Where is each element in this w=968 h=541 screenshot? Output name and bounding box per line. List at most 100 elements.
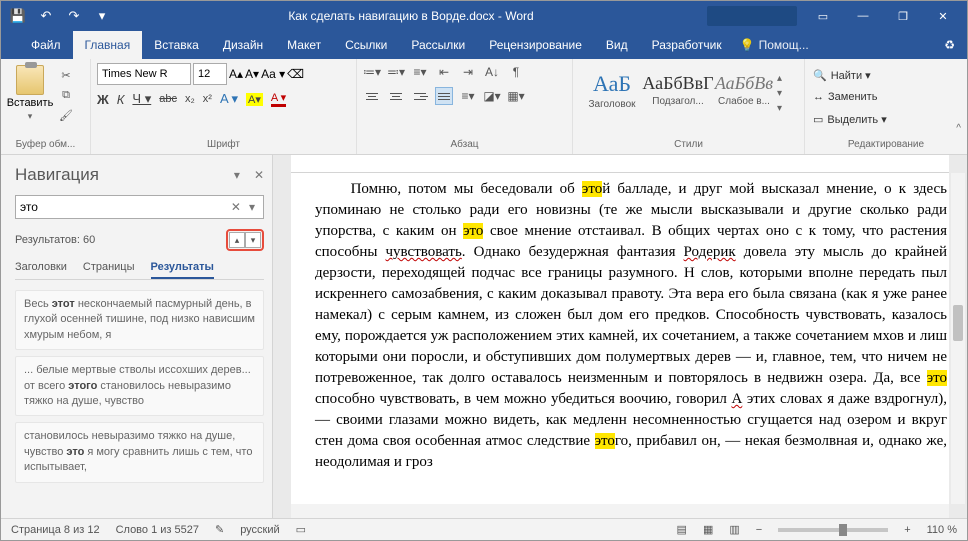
tab-design[interactable]: Дизайн bbox=[211, 31, 275, 59]
group-styles-label: Стили bbox=[579, 139, 798, 152]
paste-dropdown-icon[interactable]: ▾ bbox=[28, 111, 33, 122]
redo-icon[interactable]: ↷ bbox=[61, 3, 87, 29]
show-marks-button[interactable]: ¶ bbox=[507, 63, 525, 81]
strikethrough-button[interactable]: abc bbox=[159, 93, 177, 105]
italic-button[interactable]: К bbox=[117, 92, 125, 107]
status-language[interactable]: русский bbox=[240, 524, 279, 536]
align-left-button[interactable] bbox=[363, 87, 381, 105]
format-painter-icon[interactable]: 🖌 bbox=[57, 107, 75, 123]
zoom-slider[interactable] bbox=[778, 528, 888, 532]
tab-developer[interactable]: Разработчик bbox=[640, 31, 734, 59]
read-mode-icon[interactable]: ▤ bbox=[677, 523, 687, 536]
paste-button[interactable]: Вставить ▾ bbox=[7, 63, 53, 123]
borders-button[interactable]: ▦▾ bbox=[507, 87, 525, 105]
close-icon[interactable]: ✕ bbox=[923, 1, 963, 31]
nav-tab-pages[interactable]: Страницы bbox=[83, 261, 135, 279]
align-center-button[interactable] bbox=[387, 87, 405, 105]
group-paragraph-label: Абзац bbox=[363, 139, 566, 152]
nav-tab-headings[interactable]: Заголовки bbox=[15, 261, 67, 279]
tab-references[interactable]: Ссылки bbox=[333, 31, 399, 59]
underline-button[interactable]: Ч ▾ bbox=[132, 91, 151, 107]
macro-icon[interactable]: ▭ bbox=[296, 523, 306, 536]
copy-icon[interactable]: ⧉ bbox=[57, 87, 75, 103]
tell-me[interactable]: 💡 Помощ... bbox=[740, 38, 809, 52]
share-button[interactable]: ♻ bbox=[944, 38, 955, 52]
zoom-in-button[interactable]: + bbox=[904, 524, 910, 536]
find-button[interactable]: 🔍 Найти ▾ bbox=[811, 65, 961, 85]
font-size-combo[interactable]: 12 bbox=[193, 63, 227, 85]
zoom-level[interactable]: 110 % bbox=[927, 524, 957, 536]
nav-result-item[interactable]: Весь этот нескончаемый пасмурный день, в… bbox=[15, 290, 264, 350]
nav-clear-icon[interactable]: ✕ bbox=[227, 200, 245, 214]
zoom-out-button[interactable]: − bbox=[756, 524, 762, 536]
text-effects-button[interactable]: A ▾ bbox=[220, 91, 238, 107]
document-body[interactable]: Помню, потом мы беседовали об этой балла… bbox=[291, 173, 949, 479]
nav-search-box[interactable]: ✕ ▾ bbox=[15, 195, 264, 219]
horizontal-ruler[interactable] bbox=[291, 155, 949, 173]
restore-icon[interactable]: ❐ bbox=[883, 1, 923, 31]
web-layout-icon[interactable]: ▥ bbox=[729, 523, 739, 536]
undo-icon[interactable]: ↶ bbox=[33, 3, 59, 29]
nav-prev-result-button[interactable]: ▴ bbox=[229, 232, 245, 248]
justify-button[interactable] bbox=[435, 87, 453, 105]
nav-search-dropdown-icon[interactable]: ▾ bbox=[245, 200, 259, 214]
subscript-button[interactable]: x₂ bbox=[185, 93, 195, 105]
window-title: Как сделать навигацию в Ворде.docx - Wor… bbox=[115, 9, 707, 23]
tab-review[interactable]: Рецензирование bbox=[477, 31, 594, 59]
increase-indent-button[interactable]: ⇥ bbox=[459, 63, 477, 81]
proofing-icon[interactable]: ✎ bbox=[215, 523, 224, 536]
font-name-combo[interactable]: Times New R bbox=[97, 63, 191, 85]
highlight-button[interactable]: A▾ bbox=[246, 93, 263, 106]
bullets-button[interactable]: ≔▾ bbox=[363, 63, 381, 81]
tab-home[interactable]: Главная bbox=[73, 31, 143, 59]
tab-insert[interactable]: Вставка bbox=[142, 31, 211, 59]
nav-close-icon[interactable]: ✕ bbox=[254, 168, 264, 182]
nav-menu-icon[interactable]: ▾ bbox=[234, 168, 240, 182]
collapse-ribbon-icon[interactable]: ^ bbox=[956, 123, 961, 134]
tab-mailings[interactable]: Рассылки bbox=[399, 31, 477, 59]
font-color-button[interactable]: A ▾ bbox=[271, 91, 286, 107]
account-box[interactable] bbox=[707, 6, 797, 26]
vertical-scrollbar[interactable] bbox=[951, 173, 965, 504]
print-layout-icon[interactable]: ▦ bbox=[703, 523, 713, 536]
scroll-thumb[interactable] bbox=[953, 305, 963, 341]
replace-button[interactable]: ↔ Заменить bbox=[811, 87, 961, 107]
horizontal-scrollbar[interactable] bbox=[291, 504, 949, 518]
nav-next-result-button[interactable]: ▾ bbox=[245, 232, 261, 248]
nav-result-item[interactable]: ... белые мертвые стволы иссохших дерев.… bbox=[15, 356, 264, 416]
ribbon-options-icon[interactable]: ▭ bbox=[803, 1, 843, 31]
change-case-button[interactable]: Aa ▾ bbox=[261, 67, 285, 81]
minimize-icon[interactable]: — bbox=[843, 1, 883, 31]
status-page[interactable]: Страница 8 из 12 bbox=[11, 524, 100, 536]
tab-view[interactable]: Вид bbox=[594, 31, 640, 59]
styles-up-icon[interactable]: ▴ bbox=[777, 73, 791, 84]
status-words[interactable]: Слово 1 из 5527 bbox=[116, 524, 199, 536]
replace-icon: ↔ bbox=[813, 91, 824, 103]
shrink-font-button[interactable]: A▾ bbox=[245, 67, 259, 81]
style-subtle[interactable]: АаБбВв Слабое в... bbox=[711, 63, 777, 117]
clear-formatting-button[interactable]: ⌫ bbox=[287, 67, 304, 81]
style-subheading[interactable]: АаБбВвГ Подзагол... bbox=[645, 63, 711, 117]
sort-button[interactable]: A↓ bbox=[483, 63, 501, 81]
line-spacing-button[interactable]: ≡▾ bbox=[459, 87, 477, 105]
styles-more-icon[interactable]: ▾ bbox=[777, 103, 791, 114]
styles-down-icon[interactable]: ▾ bbox=[777, 88, 791, 99]
tab-file[interactable]: Файл bbox=[19, 31, 73, 59]
nav-search-input[interactable] bbox=[20, 200, 227, 214]
nav-tab-results[interactable]: Результаты bbox=[151, 261, 214, 279]
decrease-indent-button[interactable]: ⇤ bbox=[435, 63, 453, 81]
select-button[interactable]: ▭ Выделить ▾ bbox=[811, 109, 961, 129]
nav-result-item[interactable]: становилось невыразимо тяжко на душе, чу… bbox=[15, 422, 264, 482]
qat-customize-icon[interactable]: ▾ bbox=[89, 3, 115, 29]
superscript-button[interactable]: x² bbox=[203, 93, 212, 105]
multilevel-button[interactable]: ≡▾ bbox=[411, 63, 429, 81]
cut-icon[interactable]: ✂ bbox=[57, 67, 75, 83]
align-right-button[interactable] bbox=[411, 87, 429, 105]
grow-font-button[interactable]: A▴ bbox=[229, 67, 243, 81]
shading-button[interactable]: ◪▾ bbox=[483, 87, 501, 105]
save-icon[interactable]: 💾 bbox=[5, 3, 31, 29]
numbering-button[interactable]: ≕▾ bbox=[387, 63, 405, 81]
bold-button[interactable]: Ж bbox=[97, 92, 109, 107]
style-heading1[interactable]: АаБ Заголовок bbox=[579, 63, 645, 117]
tab-layout[interactable]: Макет bbox=[275, 31, 333, 59]
